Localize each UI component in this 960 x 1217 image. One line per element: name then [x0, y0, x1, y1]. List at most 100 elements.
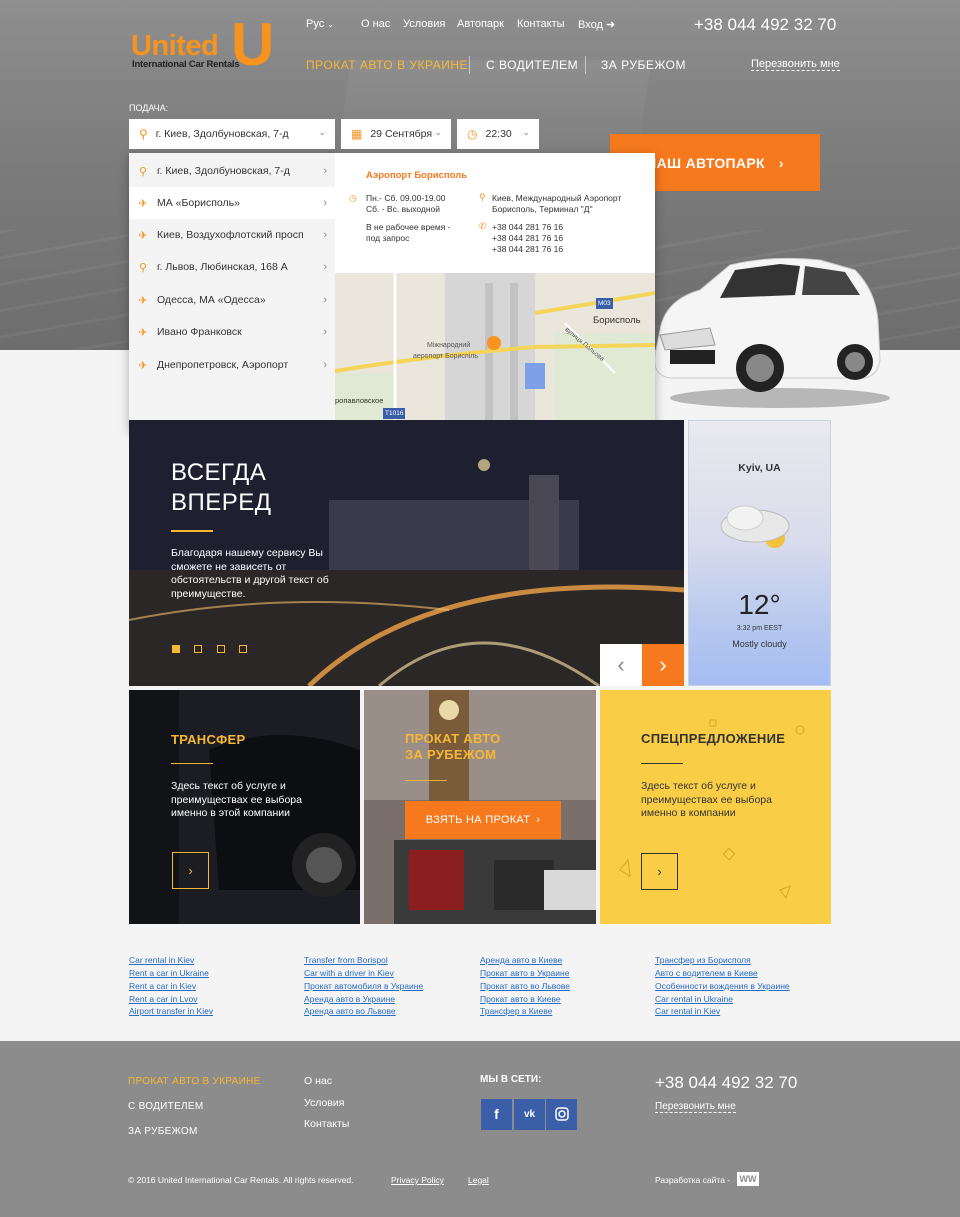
location-item[interactable]: ✈ МА «Борисполь» ›: [129, 187, 335, 219]
seo-link[interactable]: Аренда авто во Львове: [304, 1006, 396, 1016]
footer-link-terms[interactable]: Условия: [304, 1097, 344, 1109]
slider-dot[interactable]: [217, 645, 225, 653]
calendar-icon: ▦: [351, 127, 363, 141]
nav-divider: [469, 56, 470, 74]
slider-prev-button[interactable]: ‹: [600, 644, 642, 686]
seo-link[interactable]: Rent a car in Kiev: [129, 981, 196, 991]
hours-text: Сб. - Вс. выходной: [366, 204, 441, 214]
copyright: © 2016 United International Car Rentals.…: [128, 1175, 354, 1185]
seo-link[interactable]: Аренда авто в Киеве: [480, 955, 562, 965]
cloud-sun-icon: [720, 505, 790, 548]
hours-note: под запрос: [366, 233, 410, 243]
chevron-left-icon: ‹: [617, 652, 625, 677]
seo-link[interactable]: Airport transfer in Kiev: [129, 1006, 213, 1016]
seo-link[interactable]: Прокат авто во Львове: [480, 981, 570, 991]
pin-icon: ⚲: [138, 261, 148, 274]
chevron-right-icon: ›: [323, 326, 327, 338]
slider-dot[interactable]: [194, 645, 202, 653]
seo-link[interactable]: Car rental in Kiev: [655, 1006, 720, 1016]
mainnav-abroad[interactable]: ЗА РУБЕЖОМ: [601, 58, 686, 72]
developer-logo[interactable]: WW: [737, 1172, 759, 1186]
location-item[interactable]: ✈ Ивано Франковск ›: [129, 316, 335, 348]
time-select[interactable]: ◷ 22:30 ⌄: [457, 119, 539, 149]
slider-dot[interactable]: [239, 645, 247, 653]
footer-link-about[interactable]: О нас: [304, 1075, 332, 1087]
location-item[interactable]: ✈ Днепропетровск, Аэропорт ›: [129, 349, 335, 381]
seo-link[interactable]: Rent a car in Lvov: [129, 994, 198, 1004]
map-airport: аеропорт Бориспіль: [413, 353, 479, 360]
location-item[interactable]: ✈ Одесса, МА «Одесса» ›: [129, 284, 335, 316]
map[interactable]: Борисполь Міжнародний аеропорт Бориспіль…: [335, 273, 655, 429]
weather-city: Kyiv, UA: [738, 462, 781, 474]
seo-link[interactable]: Rent a car in Ukraine: [129, 968, 209, 978]
date-select[interactable]: ▦ 29 Сентября ⌄: [341, 119, 451, 149]
location-dropdown: ⚲ г. Киев, Здолбуновская, 7-д › ✈ МА «Бо…: [129, 153, 655, 429]
seo-link[interactable]: Прокат авто в Киеве: [480, 994, 561, 1004]
seo-link[interactable]: Прокат автомобиля в Украине: [304, 981, 423, 991]
logo[interactable]: United U International Car Rentals: [131, 15, 281, 76]
slider-dot[interactable]: [172, 645, 180, 653]
clock-icon: ◷: [349, 193, 357, 203]
card-arrow-button[interactable]: ›: [172, 852, 209, 889]
callback-link[interactable]: Перезвонить мне: [751, 58, 840, 71]
chevron-down-icon: ⌄: [327, 20, 334, 29]
mainnav-ukraine[interactable]: ПРОКАТ АВТО В УКРАИНЕ: [306, 58, 468, 72]
location-select[interactable]: ⚲ г. Киев, Здолбуновская, 7-д ⌄: [129, 119, 335, 149]
footer-callback[interactable]: Перезвонить мне: [655, 1101, 736, 1113]
hours-text: Пн.- Сб. 09.00-19.00: [366, 193, 446, 203]
info-phone: +38 044 281 76 16: [492, 244, 564, 254]
slider-next-button[interactable]: ›: [642, 644, 684, 686]
seo-link[interactable]: Трансфер из Борисполя: [655, 955, 751, 965]
chevron-down-icon: ⌄: [522, 127, 530, 137]
privacy-link[interactable]: Privacy Policy: [391, 1175, 444, 1185]
seo-link[interactable]: Особенности вождения в Украине: [655, 981, 790, 991]
seo-link[interactable]: Аренда авто в Украине: [304, 994, 395, 1004]
seo-link[interactable]: Прокат авто в Украине: [480, 968, 569, 978]
seo-link[interactable]: Car rental in Ukraine: [655, 994, 733, 1004]
location-item[interactable]: ⚲ г. Киев, Здолбуновская, 7-д ›: [129, 155, 335, 187]
footer-nav-driver[interactable]: С ВОДИТЕЛЕМ: [128, 1101, 204, 1112]
chevron-right-icon: ›: [659, 652, 667, 677]
social-title: МЫ В СЕТИ:: [480, 1074, 542, 1085]
map-road: M03: [596, 298, 613, 309]
chevron-down-icon: ⌄: [434, 127, 442, 137]
chevron-right-icon: ›: [323, 165, 327, 177]
seo-link[interactable]: Трансфер в Киеве: [480, 1006, 552, 1016]
plane-icon: ✈: [138, 326, 148, 339]
instagram-icon[interactable]: [546, 1099, 577, 1130]
footer-phone[interactable]: +38 044 492 32 70: [655, 1073, 797, 1093]
facebook-icon[interactable]: f: [481, 1099, 512, 1130]
footer-link-contacts[interactable]: Контакты: [304, 1118, 349, 1130]
instagram-glyph: [554, 1107, 569, 1121]
nav-about[interactable]: О нас: [361, 18, 390, 30]
nav-divider: [585, 56, 586, 74]
chevron-right-icon: ›: [323, 261, 327, 273]
location-item[interactable]: ⚲ г. Львов, Любинская, 168 А ›: [129, 251, 335, 283]
location-item[interactable]: ✈ Киев, Воздухофлотский просп ›: [129, 219, 335, 251]
card-divider: [641, 763, 683, 764]
weather-time: 3:32 pm EEST: [736, 625, 783, 632]
seo-link[interactable]: Car with a driver in Kiev: [304, 968, 394, 978]
footer-nav-abroad[interactable]: ЗА РУБЕЖОМ: [128, 1126, 198, 1137]
nav-fleet[interactable]: Автопарк: [457, 18, 504, 30]
pin-icon: ⚲: [138, 165, 148, 178]
legal-link[interactable]: Legal: [468, 1175, 489, 1185]
info-phone: +38 044 281 76 16: [492, 222, 564, 232]
header-phone[interactable]: +38 044 492 32 70: [694, 15, 836, 35]
card-arrow-button[interactable]: ›: [641, 853, 678, 890]
pin-icon: ⚲: [139, 127, 148, 141]
rent-button[interactable]: ВЗЯТЬ НА ПРОКАТ ›: [405, 801, 561, 839]
lang-select[interactable]: Рус ⌄: [306, 18, 334, 30]
mainnav-driver[interactable]: С ВОДИТЕЛЕМ: [486, 58, 578, 72]
chevron-right-icon: ›: [778, 154, 784, 171]
address-text: Киев, Международный Аэропорт: [492, 193, 622, 203]
footer-nav-ukraine[interactable]: ПРОКАТ АВТО В УКРАИНЕ: [128, 1076, 261, 1087]
seo-link[interactable]: Car rental in Kiev: [129, 955, 194, 965]
nav-terms[interactable]: Условия: [403, 18, 445, 30]
seo-link[interactable]: Transfer from Borispol: [304, 955, 388, 965]
chevron-right-icon: ›: [323, 229, 327, 241]
vk-icon[interactable]: vk: [514, 1099, 545, 1130]
nav-contacts[interactable]: Контакты: [517, 18, 565, 30]
seo-link[interactable]: Авто с водителем в Киеве: [655, 968, 758, 978]
nav-login[interactable]: Вход ➜: [578, 18, 615, 31]
